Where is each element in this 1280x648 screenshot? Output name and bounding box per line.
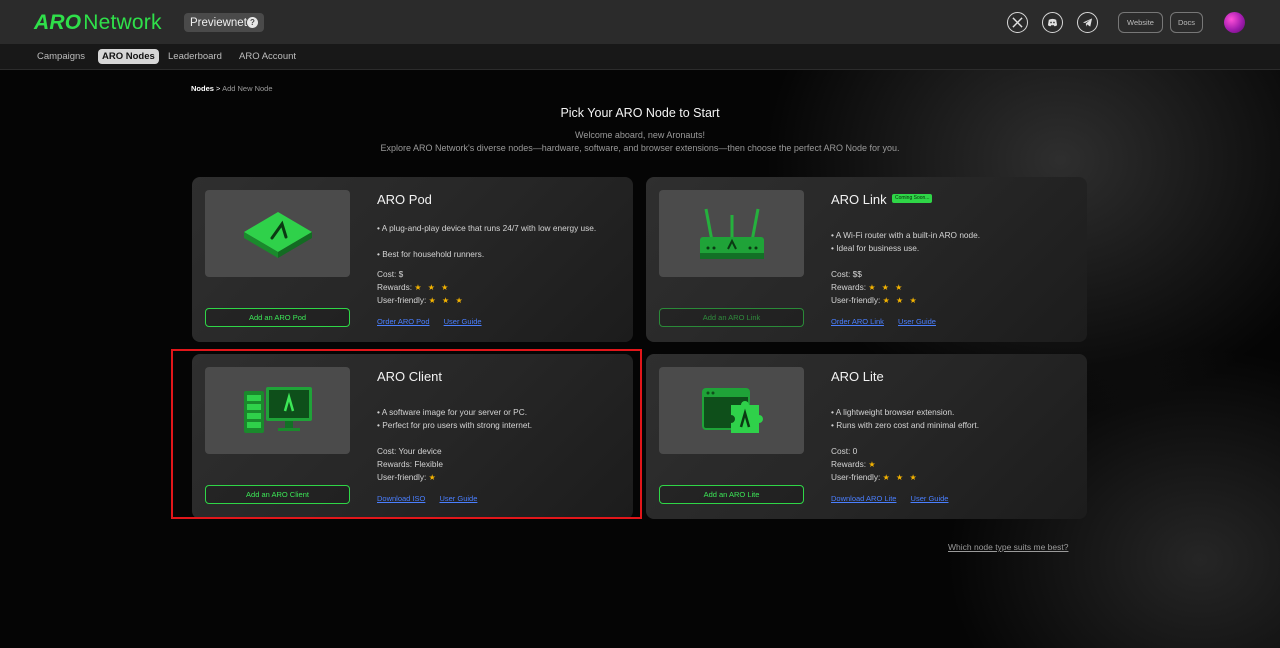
card-desc-2: • Runs with zero cost and minimal effort… bbox=[831, 420, 980, 430]
help-icon[interactable]: ? bbox=[247, 17, 258, 28]
breadcrumb-separator: > bbox=[216, 84, 221, 93]
userfriendly-stars: ★ ★ ★ bbox=[428, 296, 465, 305]
aro-lite-image bbox=[659, 367, 804, 454]
explore-text: Explore ARO Network's diverse nodes—hard… bbox=[380, 143, 900, 153]
rewards-stars: ★ bbox=[868, 460, 878, 469]
rewards-row: Rewards: ★ ★ ★ bbox=[831, 281, 904, 295]
userfriendly-label: User-friendly: bbox=[831, 472, 881, 482]
cost-label: Cost: $$ bbox=[831, 269, 862, 279]
logo-aro-text: ARO bbox=[34, 11, 82, 34]
card-desc-2: • Ideal for business use. bbox=[831, 243, 920, 253]
download-aro-lite-link[interactable]: Download ARO Lite bbox=[831, 494, 896, 503]
add-aro-link-button[interactable]: Add an ARO Link bbox=[659, 308, 804, 327]
aro-network-logo[interactable]: ARO Network bbox=[34, 11, 162, 35]
userfriendly-label: User-friendly: bbox=[831, 295, 881, 305]
top-bar: ARO Network Previewnet ? Website Docs bbox=[0, 0, 1280, 44]
card-links: Download ARO Lite User Guide bbox=[831, 494, 960, 503]
rewards-label: Rewards: bbox=[831, 459, 867, 469]
userfriendly-stars: ★ ★ ★ bbox=[882, 473, 919, 482]
card-desc-1: • A lightweight browser extension. bbox=[831, 407, 955, 417]
cost-label: Cost: 0 bbox=[831, 446, 858, 456]
coming-soon-badge: Coming Soon... bbox=[892, 194, 933, 203]
breadcrumb-current: Add New Node bbox=[222, 84, 273, 93]
userfriendly-row: User-friendly: ★ ★ ★ bbox=[377, 294, 465, 308]
user-guide-link[interactable]: User Guide bbox=[898, 317, 936, 326]
breadcrumb-nodes[interactable]: Nodes bbox=[191, 84, 214, 93]
order-aro-link-link[interactable]: Order ARO Link bbox=[831, 317, 884, 326]
rewards-row: Rewards: ★ ★ ★ bbox=[377, 281, 450, 295]
userfriendly-row: User-friendly: ★ ★ ★ bbox=[831, 294, 919, 308]
user-guide-link[interactable]: User Guide bbox=[911, 494, 949, 503]
nav-aro-account[interactable]: ARO Account bbox=[239, 49, 296, 64]
page-title: Pick Your ARO Node to Start bbox=[560, 106, 720, 120]
card-title: ARO Link bbox=[831, 192, 887, 207]
nav-aro-nodes[interactable]: ARO Nodes bbox=[98, 49, 159, 64]
env-badge[interactable]: Previewnet ? bbox=[184, 13, 264, 32]
card-desc-1: • A plug-and-play device that runs 24/7 … bbox=[377, 223, 597, 233]
card-title: ARO Lite bbox=[831, 369, 884, 384]
aro-pod-image bbox=[205, 190, 350, 277]
card-desc-2: • Best for household runners. bbox=[377, 249, 485, 259]
card-links: Order ARO Link User Guide bbox=[831, 317, 948, 326]
rewards-stars: ★ ★ ★ bbox=[868, 283, 905, 292]
add-aro-lite-button[interactable]: Add an ARO Lite bbox=[659, 485, 804, 504]
router-device-icon bbox=[699, 208, 764, 259]
rewards-label: Rewards: bbox=[831, 282, 867, 292]
aro-link-image bbox=[659, 190, 804, 277]
rewards-stars: ★ ★ ★ bbox=[414, 283, 451, 292]
browser-extension-icon bbox=[701, 387, 763, 433]
x-icon[interactable] bbox=[1007, 12, 1028, 33]
breadcrumb: Nodes > Add New Node bbox=[191, 84, 273, 93]
userfriendly-row: User-friendly: ★ ★ ★ bbox=[831, 471, 919, 485]
card-title: ARO Pod bbox=[377, 192, 432, 207]
rewards-label: Rewards: bbox=[377, 282, 413, 292]
main-nav: Campaigns ARO Nodes Leaderboard ARO Acco… bbox=[0, 44, 1280, 70]
docs-button[interactable]: Docs bbox=[1170, 12, 1203, 33]
page: ARO Network Previewnet ? Website Docs Ca… bbox=[0, 0, 1280, 648]
nav-leaderboard[interactable]: Leaderboard bbox=[168, 49, 222, 64]
avatar[interactable] bbox=[1224, 12, 1245, 33]
website-button[interactable]: Website bbox=[1118, 12, 1163, 33]
add-aro-pod-button[interactable]: Add an ARO Pod bbox=[205, 308, 350, 327]
logo-network-text: Network bbox=[83, 11, 162, 34]
discord-icon[interactable] bbox=[1042, 12, 1063, 33]
nav-campaigns[interactable]: Campaigns bbox=[37, 49, 85, 64]
card-aro-link: ARO Link Coming Soon... • A Wi-Fi router… bbox=[646, 177, 1087, 342]
welcome-text: Welcome aboard, new Aronauts! bbox=[575, 130, 705, 140]
user-guide-link[interactable]: User Guide bbox=[444, 317, 482, 326]
rewards-row: Rewards: ★ bbox=[831, 458, 878, 472]
selection-highlight bbox=[171, 349, 642, 519]
which-node-link[interactable]: Which node type suits me best? bbox=[948, 542, 1068, 552]
cost-label: Cost: $ bbox=[377, 269, 404, 279]
userfriendly-label: User-friendly: bbox=[377, 295, 427, 305]
env-badge-label: Previewnet bbox=[190, 16, 247, 29]
card-desc-1: • A Wi-Fi router with a built-in ARO nod… bbox=[831, 230, 981, 240]
card-aro-lite: ARO Lite • A lightweight browser extensi… bbox=[646, 354, 1087, 519]
telegram-icon[interactable] bbox=[1077, 12, 1098, 33]
aro-pod-device-icon bbox=[243, 211, 312, 258]
card-aro-pod: ARO Pod • A plug-and-play device that ru… bbox=[192, 177, 633, 342]
userfriendly-stars: ★ ★ ★ bbox=[882, 296, 919, 305]
order-aro-pod-link[interactable]: Order ARO Pod bbox=[377, 317, 430, 326]
card-links: Order ARO Pod User Guide bbox=[377, 317, 494, 326]
